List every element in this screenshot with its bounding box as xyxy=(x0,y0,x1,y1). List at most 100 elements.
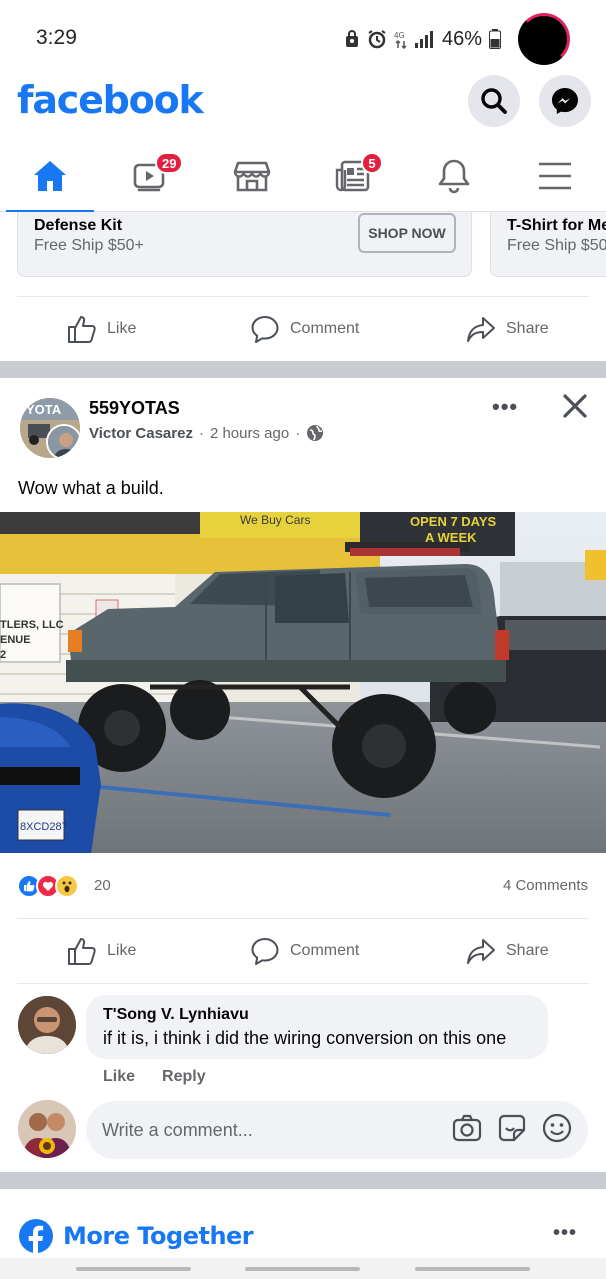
wow-reaction-icon xyxy=(55,874,79,898)
alarm-icon xyxy=(368,30,386,49)
ad-subtitle: Free Ship $50+ xyxy=(34,237,144,254)
home-icon xyxy=(34,161,66,191)
sticker-icon[interactable] xyxy=(496,1112,528,1144)
tab-home[interactable] xyxy=(0,140,100,213)
author-avatar[interactable] xyxy=(46,424,80,458)
more-together-header[interactable]: More Together xyxy=(18,1218,254,1254)
battery-percent: 46% xyxy=(441,27,482,50)
messenger-button[interactable] xyxy=(539,75,591,127)
commenter-name[interactable]: T'Song V. Lynhiavu xyxy=(103,1006,249,1024)
lock-icon xyxy=(345,30,358,47)
menu-icon xyxy=(539,162,571,190)
comment-text: if it is, i think i did the wiring conve… xyxy=(103,1028,507,1048)
ad-card[interactable]: Defense Kit Free Ship $50+ SHOP NOW xyxy=(17,212,472,277)
group-avatar[interactable]: YOTA xyxy=(20,398,80,458)
ad-action-bar: Like Comment Share xyxy=(0,297,606,361)
my-avatar[interactable] xyxy=(18,1100,76,1158)
share-button[interactable]: Share xyxy=(466,297,549,361)
news-badge: 5 xyxy=(361,152,383,174)
comment-input-icons xyxy=(451,1112,573,1144)
comment-button[interactable]: Comment xyxy=(250,297,359,361)
app-header: facebook xyxy=(0,75,606,132)
tab-marketplace[interactable] xyxy=(202,140,302,212)
facebook-f-icon xyxy=(19,1219,53,1254)
system-nav-bar xyxy=(0,1258,606,1279)
sign-text: TLERS, LLC xyxy=(0,619,64,631)
recent-apps-button[interactable] xyxy=(76,1267,191,1271)
sign-text: We Buy Cars xyxy=(240,513,310,527)
comment-actions: Like Reply xyxy=(103,1068,206,1086)
more-options-button[interactable]: ••• xyxy=(553,1222,577,1245)
data-icon: 4G xyxy=(394,31,407,49)
tab-menu[interactable] xyxy=(505,140,605,212)
nav-tabs: 29 5 xyxy=(0,140,606,213)
comment-bubble[interactable]: T'Song V. Lynhiavu if it is, i think i d… xyxy=(86,995,548,1059)
camera-icon[interactable] xyxy=(451,1112,483,1144)
comment-button[interactable]: Comment xyxy=(250,919,359,983)
like-icon xyxy=(68,938,96,965)
truck-photo: We Buy Cars OPEN 7 DAYS A WEEK TLERS, LL… xyxy=(0,512,606,853)
share-label: Share xyxy=(506,942,549,959)
post-time[interactable]: 2 hours ago xyxy=(210,425,289,442)
comment-icon xyxy=(251,938,279,965)
divider xyxy=(17,983,589,984)
share-label: Share xyxy=(506,320,549,337)
back-button[interactable] xyxy=(415,1267,530,1271)
feed-separator xyxy=(0,1172,606,1189)
marketplace-icon xyxy=(233,161,271,192)
more-together-title: More Together xyxy=(63,1222,254,1250)
sign-text: ENUE xyxy=(0,634,31,646)
tab-news[interactable]: 5 xyxy=(303,140,403,212)
hide-post-button[interactable] xyxy=(562,393,588,425)
reactions-row: 20 4 Comments xyxy=(0,868,606,904)
reaction-count[interactable]: 20 xyxy=(94,877,111,894)
ad-carousel[interactable]: Defense Kit Free Ship $50+ SHOP NOW T-Sh… xyxy=(0,212,606,297)
author-name[interactable]: Victor Casarez xyxy=(89,425,193,442)
svg-text:YOTA: YOTA xyxy=(26,402,62,417)
home-gesture-button[interactable] xyxy=(245,1267,360,1271)
shop-now-button[interactable]: SHOP NOW xyxy=(358,213,456,253)
post-action-bar: Like Comment Share xyxy=(0,919,606,983)
share-button[interactable]: Share xyxy=(466,919,549,983)
share-icon xyxy=(467,317,495,342)
ad-subtitle: Free Ship $50 xyxy=(507,237,606,254)
tab-notifications[interactable] xyxy=(404,140,504,212)
search-button[interactable] xyxy=(468,75,520,127)
comments-count[interactable]: 4 Comments xyxy=(503,877,588,894)
share-icon xyxy=(467,939,495,964)
post-photo[interactable]: We Buy Cars OPEN 7 DAYS A WEEK TLERS, LL… xyxy=(0,512,606,853)
reaction-icons[interactable] xyxy=(17,874,79,898)
meta-separator: · xyxy=(295,424,301,442)
ad-title: T-Shirt for Me xyxy=(507,217,606,234)
status-time: 3:29 xyxy=(36,26,77,49)
signal-icon xyxy=(414,31,433,48)
ad-card[interactable]: T-Shirt for Me Free Ship $50 xyxy=(490,212,606,277)
feed-separator xyxy=(0,361,606,378)
like-button[interactable]: Like xyxy=(67,919,136,983)
post-text: Wow what a build. xyxy=(18,478,164,498)
sign-text: 2 xyxy=(0,649,6,661)
like-label: Like xyxy=(107,942,137,959)
comment-like-button[interactable]: Like xyxy=(103,1068,135,1086)
commenter-avatar[interactable] xyxy=(18,996,76,1054)
comment-label: Comment xyxy=(290,320,360,337)
emoji-icon[interactable] xyxy=(541,1112,573,1144)
watch-badge: 29 xyxy=(155,152,184,174)
like-icon xyxy=(68,316,96,343)
comment-label: Comment xyxy=(290,942,360,959)
profile-avatar[interactable] xyxy=(518,13,570,65)
group-name[interactable]: 559YOTAS xyxy=(89,398,180,419)
sign-text: OPEN 7 DAYS xyxy=(410,514,497,529)
facebook-logo[interactable]: facebook xyxy=(17,78,204,122)
like-button[interactable]: Like xyxy=(67,297,136,361)
like-label: Like xyxy=(107,320,137,337)
comment-reply-button[interactable]: Reply xyxy=(162,1068,206,1086)
ad-title: Defense Kit xyxy=(34,217,123,234)
tab-watch[interactable]: 29 xyxy=(101,140,201,212)
globe-icon xyxy=(307,425,324,441)
meta-separator: · xyxy=(198,424,204,442)
more-options-button[interactable]: ••• xyxy=(492,394,518,420)
bell-icon xyxy=(438,159,470,194)
status-icons: 4G 46% xyxy=(344,13,570,65)
search-icon xyxy=(481,88,507,114)
